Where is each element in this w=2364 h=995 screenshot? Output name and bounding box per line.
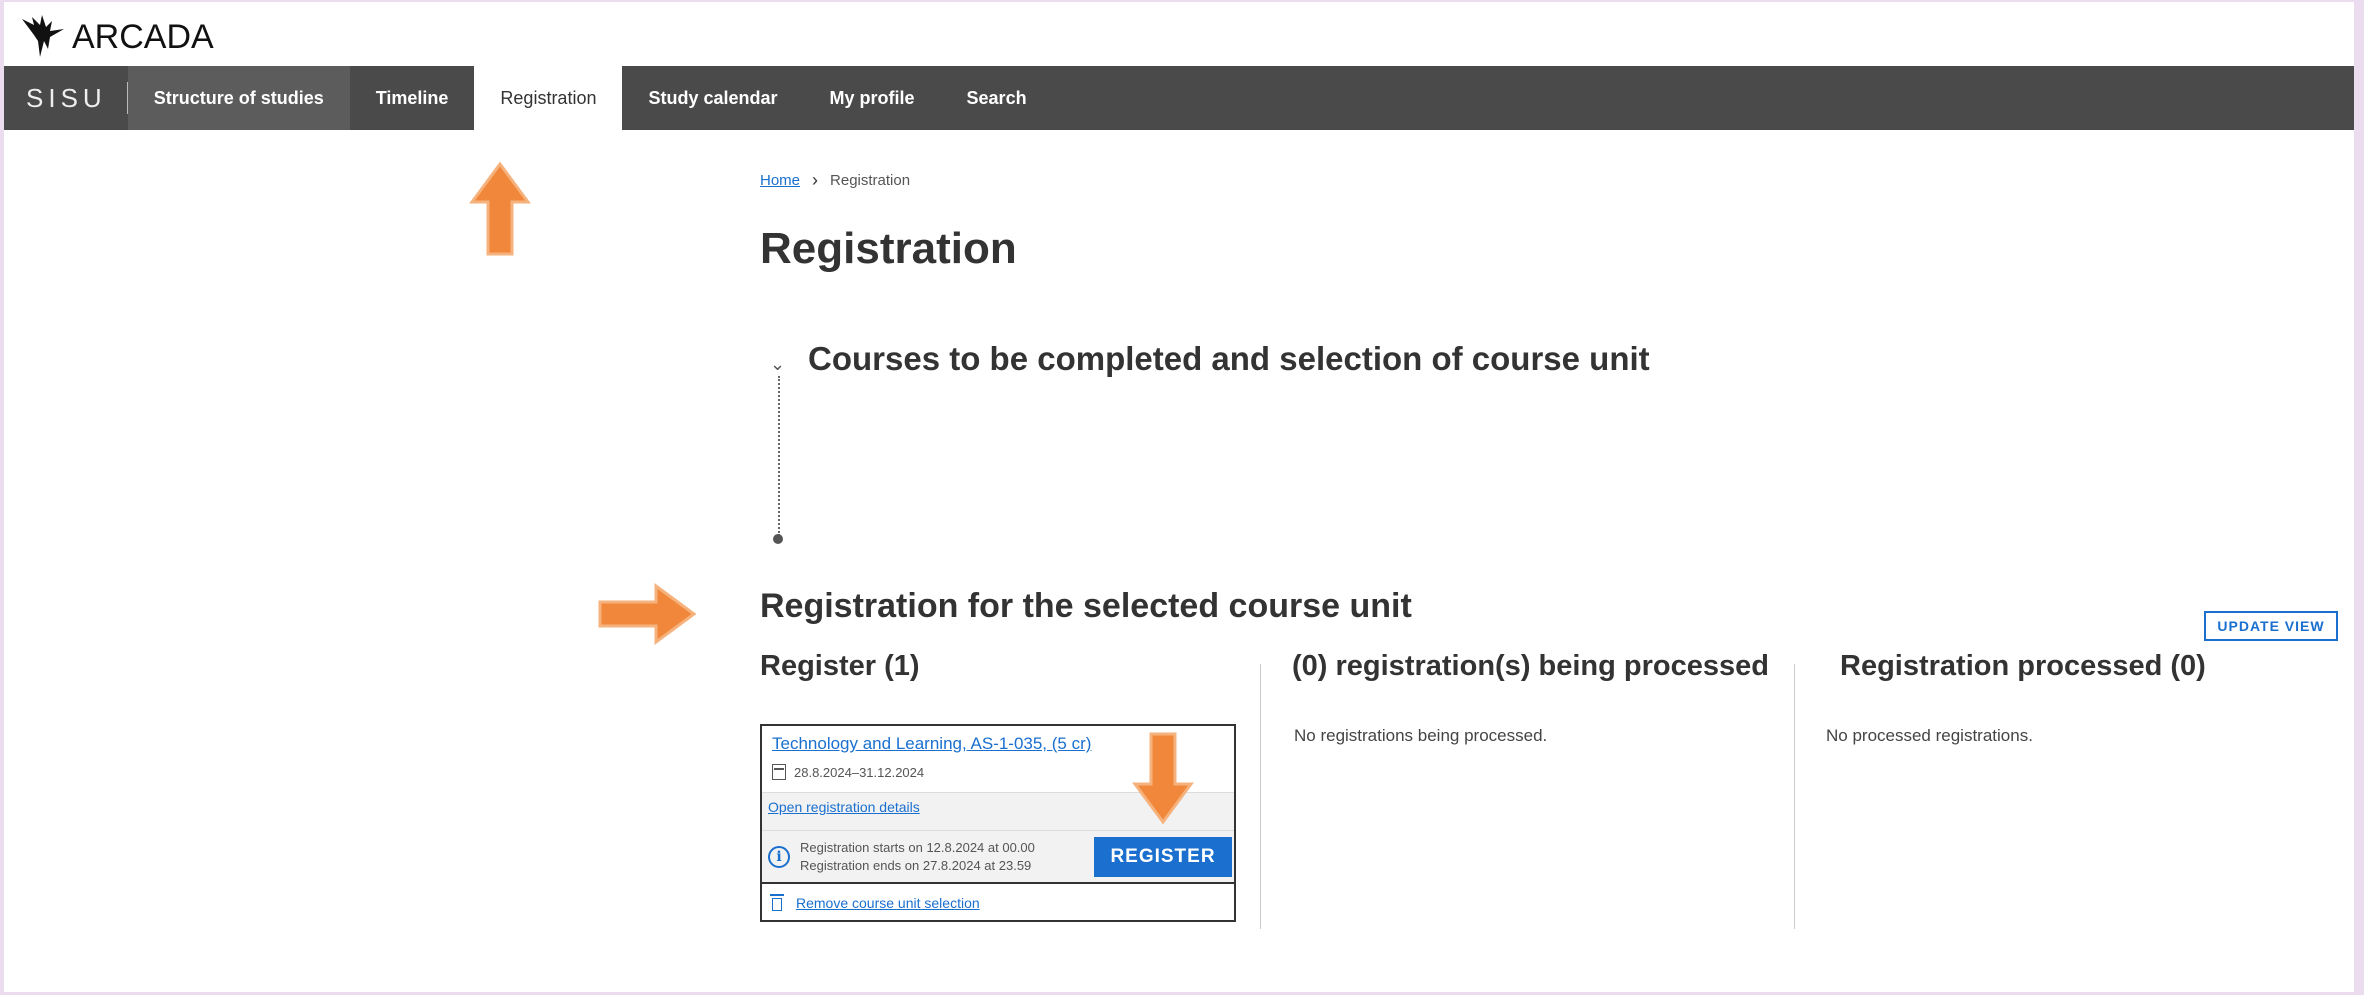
nav-my-profile[interactable]: My profile: [804, 66, 941, 130]
registration-start-text: Registration starts on 12.8.2024 at 00.0…: [800, 839, 1035, 855]
courses-section-title[interactable]: Courses to be completed and selection of…: [808, 340, 1650, 378]
main-navbar: SISU Structure of studies Timeline Regis…: [4, 66, 2354, 130]
logo-text: ARCADA: [72, 17, 214, 56]
nav-search[interactable]: Search: [941, 66, 1053, 130]
arcada-bird-logo-icon: [22, 15, 64, 57]
annotation-arrow-up-icon: [469, 161, 531, 256]
brand-logo[interactable]: ARCADA: [20, 12, 214, 62]
nav-study-calendar[interactable]: Study calendar: [622, 66, 803, 130]
nav-registration[interactable]: Registration: [474, 66, 623, 130]
page-frame: ARCADA SISU Structure of studies Timelin…: [4, 2, 2354, 992]
trash-icon[interactable]: [770, 894, 784, 912]
info-icon: i: [768, 845, 790, 868]
course-dates: 28.8.2024–31.12.2024: [794, 764, 925, 780]
timeline-connector: [778, 376, 780, 536]
update-view-button[interactable]: UPDATE VIEW: [2204, 611, 2338, 641]
chevron-down-icon[interactable]: ⌄: [770, 354, 785, 375]
processed-column-title: Registration processed (0): [1840, 650, 2206, 682]
annotation-arrow-down-icon: [1132, 732, 1194, 825]
course-link[interactable]: Technology and Learning, AS-1-035, (5 cr…: [772, 734, 1091, 753]
breadcrumb: Home › Registration: [760, 170, 910, 191]
breadcrumb-current: Registration: [830, 172, 911, 189]
page-title: Registration: [760, 224, 1017, 273]
breadcrumb-home-link[interactable]: Home: [760, 172, 800, 189]
registration-end-text: Registration ends on 27.8.2024 at 23.59: [800, 857, 1032, 873]
column-divider: [1794, 664, 1795, 929]
open-registration-details-link[interactable]: Open registration details: [768, 799, 920, 815]
timeline-end-dot: [773, 534, 783, 544]
nav-structure-of-studies[interactable]: Structure of studies: [127, 66, 350, 130]
app-name[interactable]: SISU: [4, 66, 127, 130]
processing-column-title: (0) registration(s) being processed: [1292, 650, 1769, 682]
registration-section-title: Registration for the selected course uni…: [760, 587, 1412, 625]
remove-course-unit-link[interactable]: Remove course unit selection: [796, 895, 980, 911]
register-column-title: Register (1): [760, 650, 920, 682]
processed-empty-text: No processed registrations.: [1826, 726, 2033, 745]
processing-empty-text: No registrations being processed.: [1294, 726, 1548, 745]
chevron-right-icon: ›: [812, 170, 819, 190]
annotation-arrow-right-icon: [598, 583, 697, 645]
calendar-icon: [772, 764, 786, 780]
nav-timeline[interactable]: Timeline: [350, 66, 475, 130]
column-divider: [1260, 664, 1261, 929]
register-button[interactable]: REGISTER: [1094, 837, 1232, 877]
